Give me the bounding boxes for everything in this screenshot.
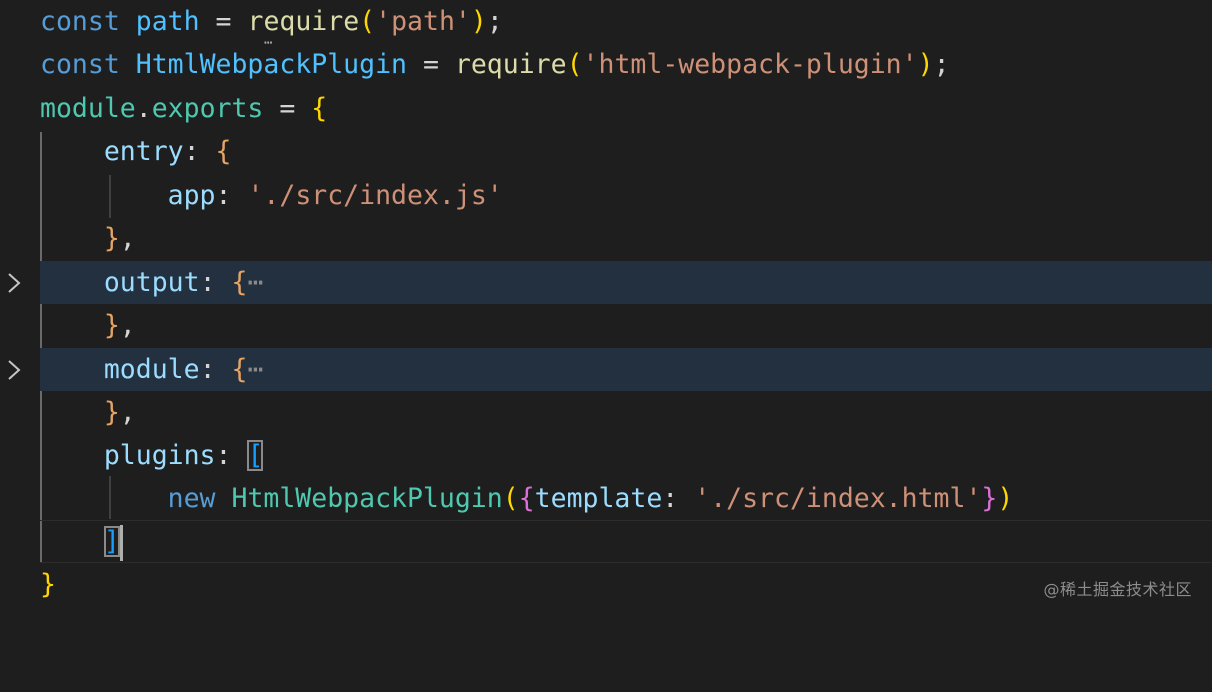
object-key: template [534, 483, 663, 514]
object-key: plugins [103, 440, 216, 471]
operator: = [422, 49, 439, 80]
property-identifier: exports [151, 93, 264, 124]
code-line-9-folded[interactable]: module: {⋯ [40, 348, 1212, 391]
chevron-right-icon[interactable] [4, 272, 24, 294]
paren: ( [502, 483, 519, 514]
brace: } [40, 569, 56, 600]
operator: = [279, 93, 296, 124]
colon: : [662, 483, 679, 514]
string-literal: './src/index.js' [247, 180, 503, 211]
semicolon: ; [486, 6, 503, 37]
brace: { [215, 136, 232, 167]
string-literal: 'path' [375, 6, 471, 37]
dot: . [135, 93, 152, 124]
module-identifier: module [40, 93, 136, 124]
paren: ) [917, 49, 934, 80]
function-name: require [454, 49, 567, 80]
folded-ellipsis[interactable]: ⋯ [247, 354, 263, 385]
code-line-11[interactable]: plugins: [ [0, 434, 1212, 477]
identifier: HtmlWebpackPlugin [135, 49, 407, 80]
paren: ) [470, 6, 487, 37]
text-cursor [119, 524, 123, 561]
colon: : [215, 440, 232, 471]
object-key: output [103, 267, 200, 298]
function-name: require [247, 6, 360, 37]
class-name: HtmlWebpackPlugin [231, 483, 503, 514]
colon: : [215, 180, 232, 211]
code-line-4[interactable]: entry: { [0, 130, 1212, 173]
keyword: const [40, 49, 120, 80]
code-line-7-folded[interactable]: output: {⋯ [40, 261, 1212, 304]
brace: } [103, 310, 120, 341]
keyword: new [167, 483, 216, 514]
comma: , [119, 310, 136, 341]
brace: { [518, 483, 535, 514]
identifier: path [135, 6, 200, 37]
paren: ( [359, 6, 376, 37]
folded-ellipsis[interactable]: ⋯ [247, 267, 263, 298]
code-line-12[interactable]: new HtmlWebpackPlugin({template: './src/… [0, 477, 1212, 520]
code-line-3[interactable]: module.exports = { [0, 87, 1212, 130]
brace: } [981, 483, 998, 514]
brace: } [103, 397, 120, 428]
code-line-8[interactable]: }, [0, 304, 1212, 347]
code-line-13[interactable]: ] [0, 520, 1212, 563]
brace: } [103, 223, 120, 254]
object-key: entry [103, 136, 184, 167]
string-literal: './src/index.html' [694, 483, 982, 514]
string-literal: 'html-webpack-plugin' [582, 49, 918, 80]
colon: : [183, 136, 200, 167]
brace: { [311, 93, 328, 124]
code-editor[interactable]: const path = require('path'); ⋯ const Ht… [0, 0, 1212, 616]
brace: { [231, 354, 248, 385]
bracket-match: ] [103, 526, 120, 557]
brace: { [231, 267, 248, 298]
bracket-match: [ [247, 440, 264, 471]
code-line-1[interactable]: const path = require('path'); [0, 0, 1212, 43]
chevron-right-icon[interactable] [4, 359, 24, 381]
code-line-10[interactable]: }, [0, 391, 1212, 434]
object-key: app [167, 180, 216, 211]
semicolon: ; [933, 49, 950, 80]
operator: = [215, 6, 232, 37]
colon: : [199, 354, 216, 385]
colon: : [199, 267, 216, 298]
code-line-5[interactable]: app: './src/index.js' [0, 174, 1212, 217]
paren: ) [997, 483, 1014, 514]
code-line-14[interactable]: } [0, 563, 1212, 606]
code-line-6[interactable]: }, [0, 217, 1212, 260]
comma: , [119, 223, 136, 254]
paren: ( [566, 49, 583, 80]
comma: , [119, 397, 136, 428]
keyword: const [40, 6, 120, 37]
code-line-2[interactable]: const HtmlWebpackPlugin = require('html-… [0, 43, 1212, 86]
watermark: @稀土掘金技术社区 [1043, 580, 1192, 599]
object-key: module [103, 354, 200, 385]
